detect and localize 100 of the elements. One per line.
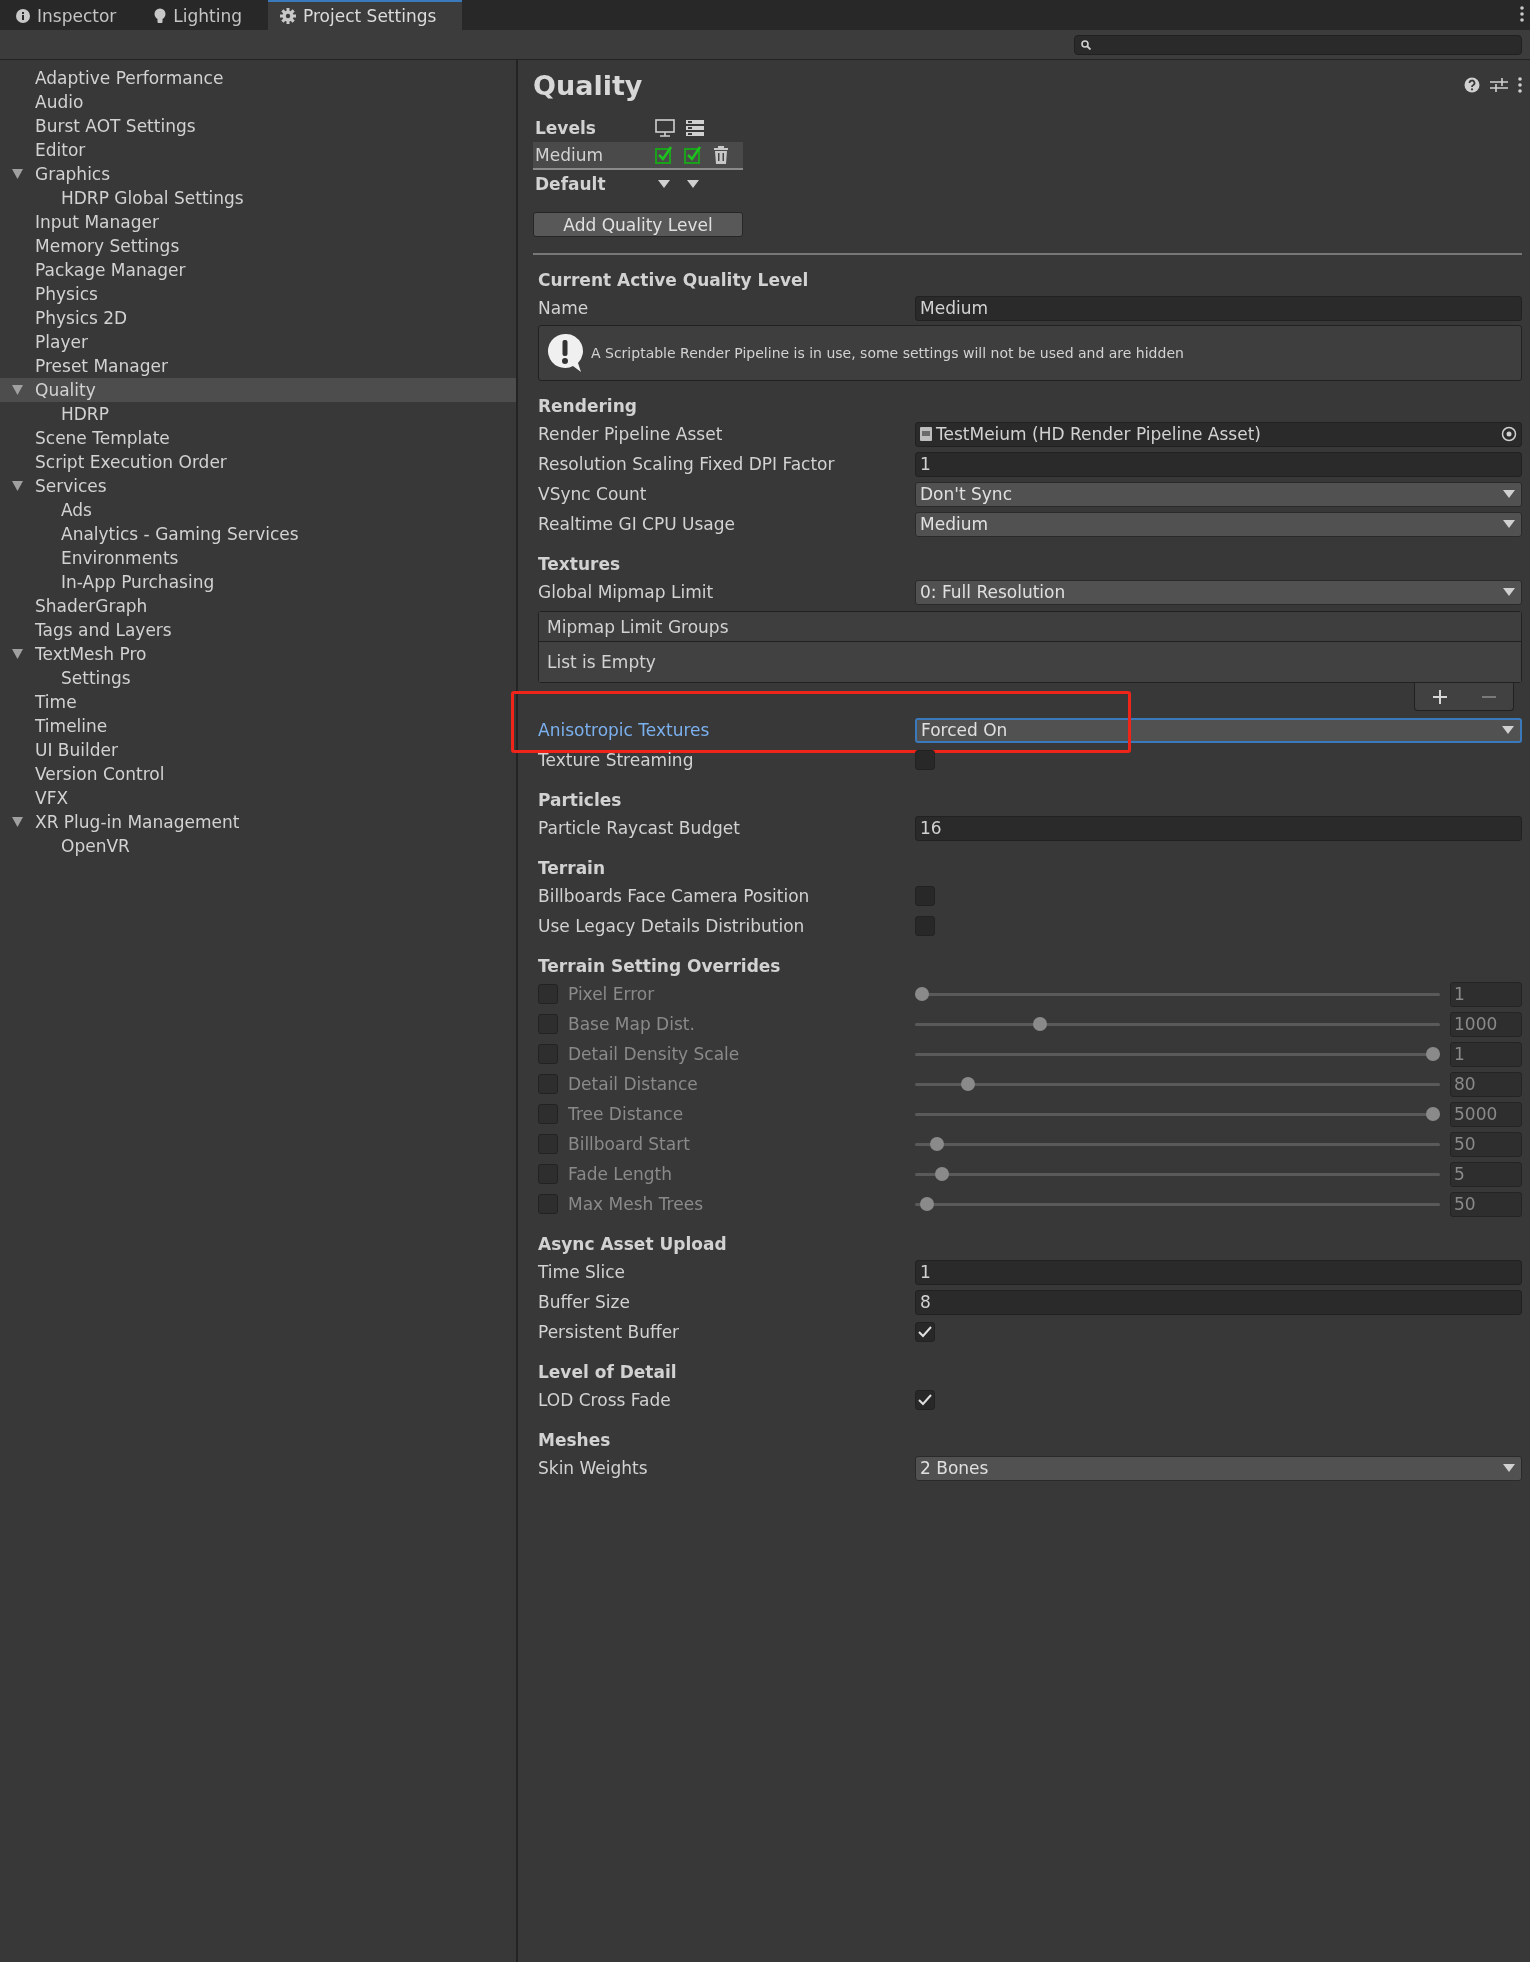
sidebar-item[interactable]: Memory Settings — [0, 234, 516, 258]
trash-icon[interactable] — [713, 146, 729, 164]
text-field[interactable]: 8 — [915, 1289, 1522, 1315]
object-field[interactable]: TestMeium (HD Render Pipeline Asset) — [915, 421, 1522, 447]
sidebar-item[interactable]: OpenVR — [0, 834, 516, 858]
sidebar-item[interactable]: HDRP — [0, 402, 516, 426]
sidebar-item[interactable]: UI Builder — [0, 738, 516, 762]
sidebar-item[interactable]: Audio — [0, 90, 516, 114]
slider-thumb[interactable] — [961, 1077, 975, 1091]
setting-label: Realtime GI CPU Usage — [538, 514, 736, 534]
sidebar-item[interactable]: Time — [0, 690, 516, 714]
number-field[interactable]: 5000 — [1450, 1101, 1522, 1127]
sidebar-item[interactable]: Player — [0, 330, 516, 354]
sidebar-item[interactable]: XR Plug-in Management — [0, 810, 516, 834]
sidebar-item[interactable]: In-App Purchasing — [0, 570, 516, 594]
tab[interactable]: Lighting — [142, 0, 269, 30]
sidebar-item[interactable]: Preset Manager — [0, 354, 516, 378]
dropdown-caret-icon — [1503, 1464, 1515, 1472]
dropdown-caret-icon — [687, 180, 699, 188]
target-icon[interactable] — [1501, 426, 1517, 442]
sidebar-item[interactable]: Version Control — [0, 762, 516, 786]
sidebar-item[interactable]: Environments — [0, 546, 516, 570]
checkbox[interactable] — [915, 1390, 935, 1410]
number-field[interactable]: 1 — [1450, 981, 1522, 1007]
text-field[interactable]: 1 — [915, 1259, 1522, 1285]
number-field[interactable]: 1000 — [1450, 1011, 1522, 1037]
slider-track[interactable] — [915, 1196, 1440, 1212]
checkbox[interactable] — [915, 1322, 935, 1342]
dropdown[interactable]: Forced On — [915, 717, 1522, 743]
help-icon[interactable] — [1464, 77, 1480, 93]
slider-track[interactable] — [915, 1106, 1440, 1122]
number-field[interactable]: 80 — [1450, 1071, 1522, 1097]
expanded-arrow-icon[interactable] — [12, 649, 23, 659]
slider-thumb[interactable] — [930, 1137, 945, 1151]
slider-thumb[interactable] — [920, 1197, 935, 1211]
number-field[interactable]: 50 — [1450, 1131, 1522, 1157]
section-title: Current Active Quality Level — [538, 269, 810, 292]
sidebar-item[interactable]: Scene Template — [0, 426, 516, 450]
number-field[interactable]: 5 — [1450, 1161, 1522, 1187]
slider-track[interactable] — [915, 1076, 1440, 1092]
slider-thumb[interactable] — [1426, 1107, 1440, 1121]
sidebar-item[interactable]: Graphics — [0, 162, 516, 186]
sidebar-item[interactable]: Quality — [0, 378, 516, 402]
sidebar-item[interactable]: HDRP Global Settings — [0, 186, 516, 210]
sidebar-item[interactable]: Editor — [0, 138, 516, 162]
plus-icon[interactable] — [1432, 689, 1447, 704]
expanded-arrow-icon[interactable] — [12, 169, 23, 179]
sidebar-item[interactable]: Analytics - Gaming Services — [0, 522, 516, 546]
expanded-arrow-icon[interactable] — [12, 385, 23, 395]
sidebar-item[interactable]: Adaptive Performance — [0, 66, 516, 90]
search-field[interactable] — [1074, 34, 1522, 55]
sidebar-item[interactable]: Services — [0, 474, 516, 498]
text-field[interactable]: Medium — [915, 295, 1522, 321]
expanded-arrow-icon[interactable] — [12, 817, 23, 827]
checkbox[interactable] — [915, 750, 935, 770]
dropdown[interactable]: 2 Bones — [915, 1455, 1522, 1481]
sidebar-item[interactable]: Script Execution Order — [0, 450, 516, 474]
sliders-icon[interactable] — [1490, 77, 1508, 93]
dropdown[interactable]: Don't Sync — [915, 481, 1522, 507]
text-field[interactable]: 16 — [915, 815, 1522, 841]
slider-track[interactable] — [915, 1166, 1440, 1182]
sidebar-item[interactable]: Input Manager — [0, 210, 516, 234]
dropdown[interactable]: Medium — [915, 511, 1522, 537]
sidebar-item[interactable]: Ads — [0, 498, 516, 522]
list-header[interactable]: Mipmap Limit Groups — [539, 612, 1521, 642]
minus-icon[interactable] — [1481, 695, 1496, 698]
slider-track[interactable] — [915, 1136, 1440, 1152]
slider-track[interactable] — [915, 986, 1440, 1002]
sidebar-item[interactable]: Tags and Layers — [0, 618, 516, 642]
slider-thumb[interactable] — [915, 987, 929, 1001]
platform-checkbox[interactable] — [655, 146, 673, 164]
sidebar-item[interactable]: VFX — [0, 786, 516, 810]
setting-label: Time Slice — [538, 1262, 627, 1282]
sidebar-item[interactable]: Physics 2D — [0, 306, 516, 330]
sidebar-item[interactable]: Timeline — [0, 714, 516, 738]
sidebar-item[interactable]: Package Manager — [0, 258, 516, 282]
add-quality-level-button[interactable]: Add Quality Level — [533, 212, 743, 237]
slider-thumb[interactable] — [1032, 1017, 1047, 1031]
slider-track[interactable] — [915, 1016, 1440, 1032]
section-title: Terrain — [538, 857, 607, 880]
tab[interactable]: Project Settings — [268, 0, 463, 30]
sidebar-item[interactable]: Burst AOT Settings — [0, 114, 516, 138]
slider-thumb[interactable] — [1426, 1047, 1440, 1061]
more-menu-icon[interactable] — [1520, 6, 1524, 22]
sidebar-item[interactable]: Settings — [0, 666, 516, 690]
slider-thumb[interactable] — [935, 1167, 950, 1181]
tab[interactable]: Inspector — [4, 0, 143, 30]
gear-icon — [280, 8, 297, 24]
number-field[interactable]: 50 — [1450, 1191, 1522, 1217]
number-field[interactable]: 1 — [1450, 1041, 1522, 1067]
sidebar-item[interactable]: Physics — [0, 282, 516, 306]
text-field[interactable]: 1 — [915, 451, 1522, 477]
quality-level-row[interactable]: Medium — [533, 142, 743, 170]
slider-track[interactable] — [915, 1046, 1440, 1062]
sidebar-item[interactable]: ShaderGraph — [0, 594, 516, 618]
expanded-arrow-icon[interactable] — [12, 481, 23, 491]
more-menu-icon[interactable] — [1518, 77, 1522, 93]
dropdown[interactable]: 0: Full Resolution — [915, 579, 1522, 605]
platform-checkbox[interactable] — [684, 146, 702, 164]
sidebar-item[interactable]: TextMesh Pro — [0, 642, 516, 666]
